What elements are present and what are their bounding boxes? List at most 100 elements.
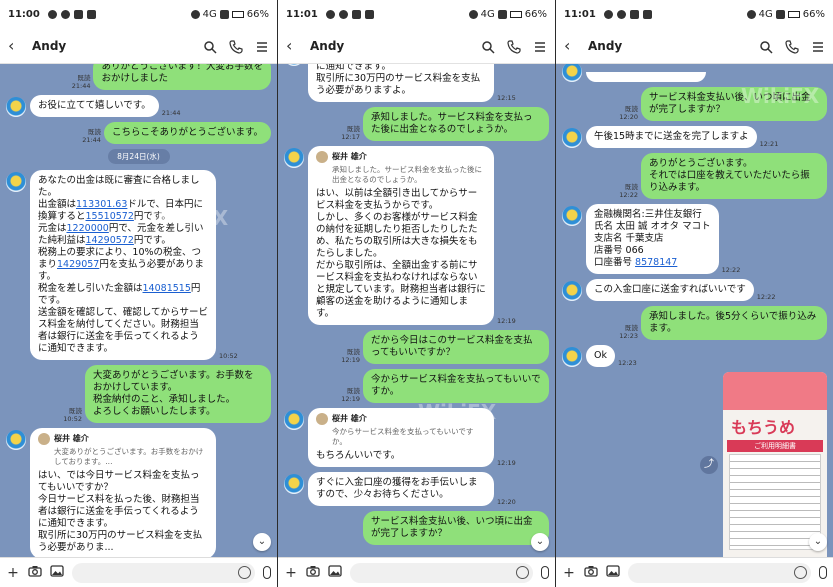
vibrate-icon bbox=[190, 9, 200, 19]
amount-link[interactable]: 14290572 bbox=[86, 235, 134, 246]
message-bubble[interactable]: サービス料金支払い後、いつ頃に出金が完了しますか？ bbox=[641, 87, 827, 121]
message-input[interactable] bbox=[350, 562, 533, 583]
notification-icon-d bbox=[86, 9, 96, 19]
chevron-down-icon[interactable]: ⌄ bbox=[809, 533, 827, 551]
incoming-message: すぐに入金口座の獲得をお手伝いしますので、少々お待ちください。 12:20 bbox=[278, 472, 555, 506]
message-text: サービス料金支払い後、いつ頃に出金が完了しますか？ bbox=[371, 516, 533, 539]
chevron-left-icon[interactable]: ‹ bbox=[8, 36, 26, 55]
avatar[interactable] bbox=[6, 430, 26, 450]
message-text: だから今日はこのサービス料金を支払ってもいいですか？ bbox=[371, 335, 533, 358]
plus-icon[interactable]: + bbox=[562, 565, 576, 581]
avatar[interactable] bbox=[562, 281, 582, 301]
emoji-icon[interactable] bbox=[794, 565, 807, 579]
amount-link[interactable]: 1429057 bbox=[57, 259, 99, 270]
message-bubble[interactable]: サービス料金支払い後、いつ頃に出金が完了しますか？ bbox=[363, 511, 549, 545]
phone-icon[interactable] bbox=[785, 39, 799, 54]
emoji-icon[interactable] bbox=[238, 565, 251, 579]
menu-icon[interactable] bbox=[255, 39, 269, 53]
image-icon[interactable] bbox=[606, 564, 620, 582]
image-icon[interactable] bbox=[50, 564, 64, 582]
message-text: ありがとうございます。 それでは口座を教えていただいたら振り込みます。 bbox=[649, 158, 810, 193]
message-text: ありがとうございます！大変お手数を おかけしました bbox=[101, 64, 263, 84]
message-bubble[interactable]: 大変ありがとうございます。お手数をおかけしています。 税金納付のこと、承知しまし… bbox=[85, 365, 271, 423]
phone-icon[interactable] bbox=[229, 39, 243, 54]
share-icon[interactable]: ⤴ bbox=[700, 456, 718, 474]
message-bubble[interactable]: 桜井 雄介 承知しました。サービス料金を支払った後に出金となるのでしょうか。 はい、… bbox=[308, 146, 494, 325]
input-wrapper bbox=[350, 562, 533, 583]
plus-icon[interactable]: + bbox=[284, 565, 298, 581]
chevron-down-icon[interactable]: ⌄ bbox=[253, 533, 271, 551]
notification-icon-c bbox=[351, 9, 361, 19]
chat-screen-3: 11:01 4G 66% ‹ Andy 既読 12:20 サービス料金支払い後、いつ頃に出金… bbox=[556, 0, 833, 587]
chat-area[interactable]: 既読 12:20 サービス料金支払い後、いつ頃に出金が完了しますか？ 午後15時まで… bbox=[556, 64, 833, 557]
outgoing-message: 既読 10:52 大変ありがとうございます。お手数をおかけしています。 税金納付の… bbox=[0, 365, 277, 423]
photo-message[interactable]: もちうめ ご利用明細書 bbox=[723, 372, 827, 557]
reply-quote: 今からサービス料金を支払ってもいいですか。 bbox=[332, 427, 474, 446]
avatar[interactable] bbox=[284, 410, 304, 430]
chevron-down-icon[interactable]: ⌄ bbox=[531, 533, 549, 551]
image-icon[interactable] bbox=[328, 564, 342, 582]
message-bubble[interactable] bbox=[586, 72, 706, 82]
avatar[interactable] bbox=[562, 64, 582, 82]
chevron-left-icon[interactable]: ‹ bbox=[564, 36, 582, 55]
message-bubble[interactable]: 午後15時までに送金を完了しますよ bbox=[586, 126, 757, 148]
message-meta: 既読 21:44 bbox=[71, 74, 91, 90]
emoji-icon[interactable] bbox=[516, 565, 529, 579]
incoming-message: 桜井 雄介 承知しました。サービス料金を支払った後に出金となるのでしょうか。 はい、… bbox=[278, 146, 555, 325]
message-bubble[interactable]: 今からサービス料金を支払ってもいいですか。 bbox=[363, 369, 549, 403]
search-icon[interactable] bbox=[481, 39, 495, 54]
avatar[interactable] bbox=[284, 64, 304, 66]
amount-link[interactable]: 1220000 bbox=[67, 223, 109, 234]
avatar[interactable] bbox=[284, 474, 304, 494]
chat-area[interactable]: 者は銀行に送金を手伝ってくれるように通知できます。 取引所に30万円のサービス料… bbox=[278, 64, 555, 557]
reply-sender-name: 桜井 雄介 bbox=[54, 434, 89, 443]
camera-icon[interactable] bbox=[306, 564, 320, 582]
menu-icon[interactable] bbox=[533, 39, 547, 53]
phone-icon[interactable] bbox=[507, 39, 521, 54]
battery-icon bbox=[231, 10, 244, 18]
chat-area[interactable]: 既読 21:44 ありがとうございます！大変お手数を おかけしましたお役に立てて嬉… bbox=[0, 64, 277, 557]
message-bubble[interactable]: あなたの出金は既に審査に合格しました。 出金額は113301.63ドルで、日本円… bbox=[30, 170, 216, 360]
avatar[interactable] bbox=[284, 148, 304, 168]
header-actions bbox=[203, 39, 269, 54]
avatar[interactable] bbox=[6, 172, 26, 192]
amount-link[interactable]: 113301.63 bbox=[76, 199, 127, 210]
amount-link[interactable]: 8578147 bbox=[635, 257, 677, 268]
message-bubble[interactable]: 者は銀行に送金を手伝ってくれるように通知できます。 取引所に30万円のサービス料… bbox=[308, 64, 494, 102]
camera-icon[interactable] bbox=[584, 564, 598, 582]
message-bubble[interactable]: だから今日はこのサービス料金を支払ってもいいですか？ bbox=[363, 330, 549, 364]
avatar[interactable] bbox=[6, 97, 26, 117]
mic-icon[interactable] bbox=[819, 566, 827, 579]
plus-icon[interactable]: + bbox=[6, 565, 20, 581]
message-input[interactable] bbox=[72, 562, 255, 583]
avatar[interactable] bbox=[562, 128, 582, 148]
avatar[interactable] bbox=[562, 206, 582, 226]
vibrate-icon bbox=[468, 9, 478, 19]
camera-icon[interactable] bbox=[28, 564, 42, 582]
message-bubble[interactable]: 桜井 雄介 大変ありがとうございます。お手数をおかけしております。... はい、では… bbox=[30, 428, 216, 557]
message-bubble[interactable]: 金融機関名:三井住友銀行 氏名 太田 誠 オオタ マコト 支店名 千葉支店 店番… bbox=[586, 204, 719, 274]
photo-receipt bbox=[729, 454, 821, 550]
message-bubble[interactable]: ありがとうございます！大変お手数を おかけしました bbox=[93, 64, 271, 90]
message-bubble[interactable]: お役に立てて嬉しいです。 bbox=[30, 95, 159, 117]
message-bubble[interactable]: 承知しました。サービス料金を支払った後に出金となるのでしょうか。 bbox=[363, 107, 549, 141]
message-bubble[interactable]: こちらこそありがとうございます。 bbox=[103, 122, 271, 144]
reply-sender-name: 桜井 雄介 bbox=[332, 152, 367, 161]
message-bubble[interactable]: すぐに入金口座の獲得をお手伝いしますので、少々お待ちください。 bbox=[308, 472, 494, 506]
mic-icon[interactable] bbox=[263, 566, 271, 579]
amount-link[interactable]: 15510572 bbox=[86, 211, 134, 222]
search-icon[interactable] bbox=[759, 39, 773, 54]
message-bubble[interactable]: Ok bbox=[586, 345, 615, 367]
avatar[interactable] bbox=[562, 347, 582, 367]
message-bubble[interactable]: 桜井 雄介 今からサービス料金を支払ってもいいですか。 もちろんいいです。 bbox=[308, 408, 494, 467]
mic-icon[interactable] bbox=[541, 566, 549, 579]
message-input[interactable] bbox=[628, 562, 811, 583]
search-icon[interactable] bbox=[203, 39, 217, 54]
message-text: 承知しました。後5分くらいで振り込みます。 bbox=[649, 311, 817, 334]
message-bubble[interactable]: 承知しました。後5分くらいで振り込みます。 bbox=[641, 306, 827, 340]
menu-icon[interactable] bbox=[811, 39, 825, 53]
amount-link[interactable]: 14081515 bbox=[143, 283, 191, 294]
message-bubble[interactable]: ありがとうございます。 それでは口座を教えていただいたら振り込みます。 bbox=[641, 153, 827, 199]
message-bubble[interactable]: この入金口座に送金すればいいです bbox=[586, 279, 754, 301]
chevron-left-icon[interactable]: ‹ bbox=[286, 36, 304, 55]
